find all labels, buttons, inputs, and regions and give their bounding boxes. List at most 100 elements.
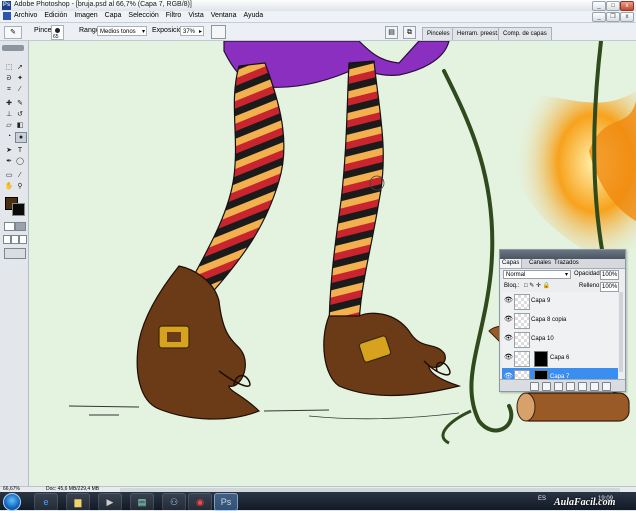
file-explorer-icon[interactable]: ▆ [66,493,90,511]
workspace-icon[interactable]: ⧉ [403,26,416,39]
menu-archivo[interactable]: Archivo [14,12,37,19]
notes-tool-icon[interactable]: ▭ [4,171,14,180]
eye-icon[interactable]: 👁 [504,354,513,362]
tab-trazados[interactable]: Trazados [552,259,581,268]
lock-label: Bloq.: [504,283,520,289]
network-icon[interactable]: ⚇ [162,493,186,511]
blend-mode-select[interactable]: Normal ▾ [503,270,571,279]
menu-capa[interactable]: Capa [105,12,122,19]
tab-pinceles[interactable]: Pinceles [422,27,455,40]
tool-preset-picker[interactable]: ✎ [4,26,22,39]
photoshop-taskbar-icon[interactable]: Ps [214,493,238,511]
slice-tool-icon[interactable]: ⁄ [15,85,25,94]
language-indicator[interactable]: ES [538,496,546,502]
menu-vista[interactable]: Vista [188,12,203,19]
lock-icons[interactable]: □ ✎ ✛ 🔒 [524,282,550,289]
layer-row[interactable]: 👁 Capa 6 [502,349,618,369]
eye-icon[interactable]: 👁 [504,335,513,343]
blend-mode-value: Normal [506,272,526,278]
doc-minimize-button[interactable]: _ [592,12,606,22]
doc-close-button[interactable]: x [620,12,634,22]
media-player-icon[interactable]: ▶ [98,493,122,511]
layer-thumbnail [514,294,530,310]
quick-mask-icon[interactable] [15,222,26,231]
pen-tool-icon[interactable]: ✒ [4,157,14,166]
doc-restore-button[interactable]: ❐ [606,12,620,22]
app-menu-icon[interactable] [3,12,11,20]
screen-mode-standard-icon[interactable] [3,235,11,244]
trash-icon[interactable] [602,382,611,391]
layer-name: Capa 10 [531,336,554,342]
minimize-button[interactable]: _ [592,1,606,11]
menu-ayuda[interactable]: Ayuda [243,12,263,19]
window-title: Adobe Photoshop - [bruja.psd al 66,7% (C… [14,1,192,8]
imageready-jump-icon[interactable] [4,248,26,259]
brush-picker[interactable]: 65 [51,25,64,40]
marquee-tool-icon[interactable]: ⬚ [4,63,14,72]
path-select-tool-icon[interactable]: ➤ [4,146,14,155]
add-mask-icon[interactable] [554,382,563,391]
menu-bar: Archivo Edición Imagen Capa Selección Fi… [0,11,636,23]
range-select[interactable]: Medios tonos ▾ [97,26,147,36]
menu-filtro[interactable]: Filtro [166,12,182,19]
layer-style-icon[interactable] [542,382,551,391]
chrome-icon[interactable]: ◉ [188,493,212,511]
eraser-tool-icon[interactable]: ▱ [4,121,14,130]
hand-tool-icon[interactable]: ✋ [4,182,14,191]
fill-label: Relleno: [579,283,602,289]
menu-ventana[interactable]: Ventana [211,12,237,19]
tab-herram-preest[interactable]: Herram. preest. [452,27,504,40]
eye-icon[interactable]: 👁 [504,297,513,305]
layer-thumbnail [514,351,530,367]
zoom-tool-icon[interactable]: ⚲ [15,182,25,191]
move-tool-icon[interactable]: ➚ [15,63,25,72]
screen-mode-full-icon[interactable] [19,235,27,244]
background-color-swatch[interactable] [12,203,25,216]
stamp-tool-icon[interactable]: ⊥ [4,110,14,119]
menu-imagen[interactable]: Imagen [74,12,97,19]
tab-canales[interactable]: Canales [527,259,553,268]
layer-name: Capa 9 [531,298,551,304]
link-icon[interactable] [530,382,539,391]
lasso-tool-icon[interactable]: ᘐ [4,74,14,83]
layers-scrollbar[interactable] [619,292,623,372]
menu-seleccion[interactable]: Selección [128,12,158,19]
blur-tool-icon[interactable]: ◔ [4,132,14,141]
history-brush-tool-icon[interactable]: ↺ [15,110,25,119]
layer-row[interactable]: 👁 Capa 10 [502,330,618,350]
eyedropper-tool-icon[interactable]: ⁄ [15,171,25,180]
new-layer-icon[interactable] [590,382,599,391]
close-button[interactable]: x [620,1,634,11]
screen-mode-full-menu-icon[interactable] [11,235,19,244]
internet-explorer-icon[interactable]: e [34,493,58,511]
layer-row[interactable]: 👁 Capa 9 [502,292,618,312]
new-group-icon[interactable] [578,382,587,391]
type-tool-icon[interactable]: T [15,146,25,155]
bridge-icon[interactable]: ▤ [385,26,398,39]
layer-row[interactable]: 👁 Capa 8 copia [502,311,618,331]
maximize-button[interactable]: □ [606,1,620,11]
start-button[interactable] [3,493,21,511]
toolbox-grip[interactable] [2,45,24,51]
magic-wand-tool-icon[interactable]: ✦ [15,74,25,83]
menu-edicion[interactable]: Edición [44,12,67,19]
adjustment-layer-icon[interactable] [566,382,575,391]
tab-capas[interactable]: Capas [500,259,523,268]
opacity-input[interactable]: 100% [600,270,620,280]
brush-tool-icon[interactable]: ✎ [15,99,25,108]
sponge-tool-icon[interactable]: ● [15,132,27,143]
fill-input[interactable]: 100% [600,282,620,292]
eye-icon[interactable]: 👁 [504,316,513,324]
gradient-tool-icon[interactable]: ◧ [15,121,25,130]
brush-tip-icon [55,28,60,33]
exposure-input[interactable]: 37% ▸ [180,26,204,36]
sponge-tool-icon: ✎ [10,29,16,36]
shape-tool-icon[interactable]: ◯ [15,157,25,166]
tab-comp-capas[interactable]: Comp. de capas [498,27,552,40]
scanner-icon[interactable]: ▤ [130,493,154,511]
standard-mode-icon[interactable] [4,222,15,231]
layers-panel-header[interactable] [500,250,625,259]
crop-tool-icon[interactable]: ⌗ [4,85,14,94]
healing-tool-icon[interactable]: ✚ [4,99,14,108]
airbrush-toggle-icon[interactable] [211,25,226,39]
